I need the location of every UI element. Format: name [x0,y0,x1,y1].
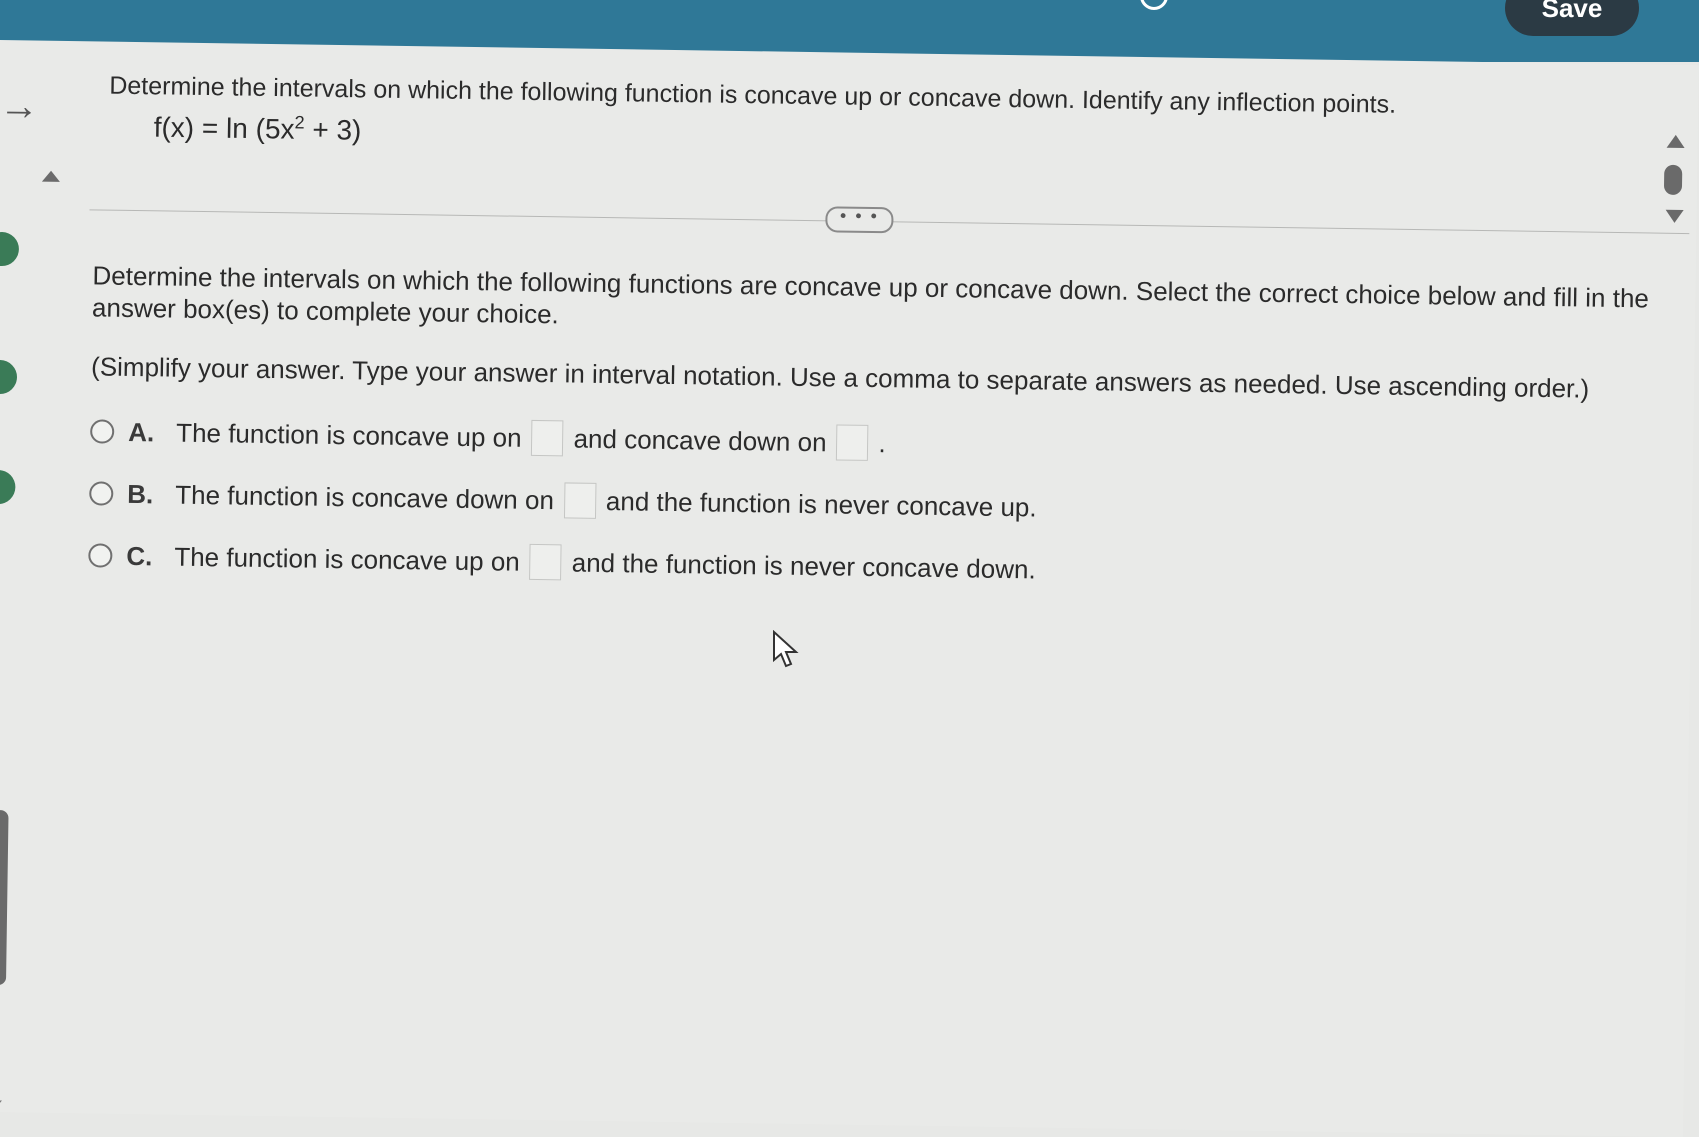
answer-box-b-down[interactable] [563,482,597,519]
choice-letter: B. [127,478,154,509]
scroll-up-icon[interactable] [1666,134,1685,149]
answer-box-c-up[interactable] [529,543,563,581]
caret-up-icon[interactable] [41,170,61,182]
formula-lhs: f(x) = ln [153,111,249,145]
choice-a[interactable]: A. The function is concave up on and con… [90,411,886,463]
choice-b[interactable]: B. The function is concave down on and t… [89,473,1037,527]
function-formula: f(x) = ln (5x2 + 3) [153,110,361,146]
question-panel: → Determine the intervals on which the f… [0,40,1699,1137]
formula-exponent: 2 [294,112,305,133]
choice-letter: A. [127,416,155,447]
answer-box-a-down[interactable] [836,424,869,461]
formula-inner-close: + 3) [304,113,362,146]
simplify-instructions: (Simplify your answer. Type your answer … [90,351,1590,404]
mouse-pointer-icon [773,630,799,668]
arrow-right-icon[interactable]: → [0,84,39,130]
caret-down-icon[interactable] [0,1099,3,1112]
scrollbar-thumb[interactable] [1663,164,1683,195]
choice-text: The function is concave up on [175,417,522,453]
choice-c[interactable]: C. The function is concave up on and the… [88,535,1036,589]
save-button[interactable]: Save [1505,0,1639,36]
radio-a[interactable] [90,419,115,444]
answer-box-a-up[interactable] [531,419,564,457]
choice-text: The function is concave up on [174,541,520,577]
choice-text: and the function is never concave up. [605,485,1037,522]
choice-letter: C. [126,540,153,571]
more-button[interactable]: • • • [825,205,894,234]
status-dot-icon [0,359,18,395]
choice-text: . [878,427,887,458]
radio-b[interactable] [89,481,114,506]
radio-c[interactable] [88,543,113,568]
instructions-text: Determine the intervals on which the fol… [91,260,1650,330]
formula-inner-open: (5x [255,113,295,145]
choice-text: and concave down on [573,423,827,457]
status-dot-icon [0,469,16,505]
status-dot-icon [0,231,20,267]
progress-ring-icon [1140,0,1168,10]
scroll-down-icon[interactable] [1665,209,1684,223]
choice-text: The function is concave down on [175,479,555,515]
left-scrollbar-thumb[interactable] [0,809,9,986]
choice-text: and the function is never concave down. [571,547,1036,584]
